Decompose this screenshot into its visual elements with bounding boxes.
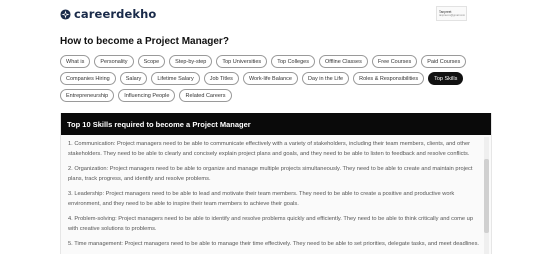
list-item: 4. Problem-solving: Project managers nee… [68,216,473,232]
section-tabs: What is Personality Scope Step-by-step T… [60,55,500,106]
tab-offline-classes[interactable]: Offline Classes [318,55,368,68]
tab-row: Entrepreneurship Influencing People Rela… [60,89,500,102]
tab-top-skills[interactable]: Top Skills [428,72,464,85]
tab-personality[interactable]: Personality [94,55,134,68]
header: careerdekho Tanpreet tanpreet.s@gmail.co… [0,0,550,28]
tab-scope[interactable]: Scope [137,55,166,68]
page-title: How to become a Project Manager? [60,36,229,47]
tab-influencing-people[interactable]: Influencing People [118,89,176,102]
tab-entrepreneurship[interactable]: Entrepreneurship [60,89,115,102]
brand-name: careerdekho [74,7,157,21]
tab-top-colleges[interactable]: Top Colleges [271,55,315,68]
tab-row: What is Personality Scope Step-by-step T… [60,55,500,68]
list-item: 2. Organization: Project managers need t… [68,166,473,182]
tab-related-careers[interactable]: Related Careers [179,89,232,102]
tab-paid-courses[interactable]: Paid Courses [421,55,467,68]
scrollbar-thumb[interactable] [484,159,489,233]
skills-list: 1. Communication: Project managers need … [68,140,482,254]
tab-row: Companies Hiring Salary Lifetime Salary … [60,72,500,85]
user-email: tanpreet.s@gmail.com [439,13,465,17]
list-item: 5. Time management: Project managers nee… [68,241,480,247]
section-title: Top 10 Skills required to become a Proje… [61,113,491,135]
tab-salary[interactable]: Salary [119,72,148,85]
tab-top-universities[interactable]: Top Universities [216,55,268,68]
tab-day-in-the-life[interactable]: Day in the Life [301,72,350,85]
tab-roles-responsibilities[interactable]: Roles & Responsibilities [353,72,425,85]
tab-step-by-step[interactable]: Step-by-step [169,55,213,68]
tab-job-titles[interactable]: Job Titles [203,72,239,85]
tab-free-courses[interactable]: Free Courses [371,55,418,68]
user-profile[interactable]: Tanpreet tanpreet.s@gmail.com [436,6,467,21]
tab-companies-hiring[interactable]: Companies Hiring [60,72,116,85]
tab-lifetime-salary[interactable]: Lifetime Salary [151,72,200,85]
top-skills-panel: Top 10 Skills required to become a Proje… [60,113,492,254]
list-item: 3. Leadership: Project managers need to … [68,191,455,207]
logo[interactable]: careerdekho [60,7,156,21]
list-item: 1. Communication: Project managers need … [68,141,471,157]
tab-what-is[interactable]: What is [60,55,91,68]
careerdekho-logo-icon [60,8,71,20]
tab-work-life-balance[interactable]: Work-life Balance [242,72,298,85]
